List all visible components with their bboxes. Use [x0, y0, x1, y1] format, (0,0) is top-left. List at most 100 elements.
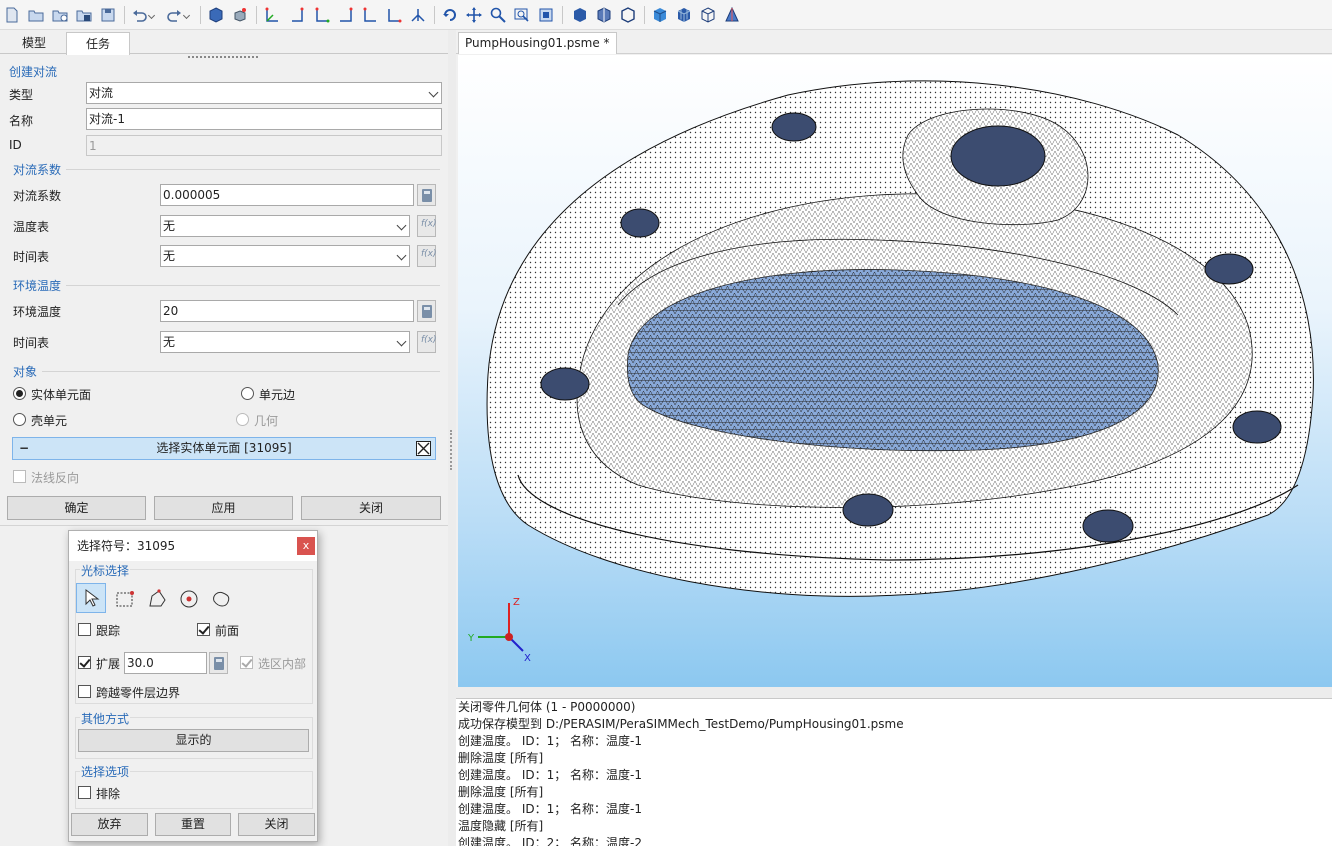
- time-table-select[interactable]: 无: [160, 245, 410, 267]
- track-checkbox[interactable]: [78, 623, 91, 636]
- tab-pumphousing[interactable]: PumpHousing01.psme *: [458, 32, 617, 54]
- radio-element-edge-label: 单元边: [259, 388, 296, 402]
- clear-selection-icon[interactable]: [416, 441, 431, 456]
- view-front-icon[interactable]: [264, 7, 280, 23]
- function-button[interactable]: f(x): [417, 215, 437, 237]
- pan-icon[interactable]: [466, 7, 482, 23]
- mesh-icon[interactable]: [676, 7, 692, 23]
- ambient-input[interactable]: 20: [160, 300, 414, 322]
- exclude-label: 排除: [96, 787, 121, 801]
- shown-button[interactable]: 显示的: [78, 729, 309, 752]
- pointer-tool[interactable]: [76, 583, 106, 613]
- radio-geometry-label: 几何: [254, 414, 279, 428]
- console-line: 删除温度 [所有]: [458, 785, 544, 799]
- apply-button[interactable]: 应用: [154, 496, 293, 520]
- console-line: 删除温度 [所有]: [458, 751, 544, 765]
- time-table-value: 无: [163, 249, 176, 263]
- close-button[interactable]: 关闭: [301, 496, 441, 520]
- zoom-icon[interactable]: [490, 7, 506, 23]
- open-recent-icon[interactable]: [52, 7, 68, 23]
- front-checkbox[interactable]: [197, 623, 210, 636]
- wire-icon[interactable]: [596, 7, 612, 23]
- discard-button[interactable]: 放弃: [71, 813, 148, 836]
- ok-button[interactable]: 确定: [7, 496, 146, 520]
- calculator-button[interactable]: [209, 652, 228, 674]
- perspective-icon[interactable]: [724, 7, 740, 23]
- dialog-title: 选择符号：31095: [69, 531, 317, 561]
- radio-element-edge[interactable]: [241, 387, 254, 400]
- cross-boundary-checkbox[interactable]: [78, 685, 91, 698]
- console-line: 创建温度。 ID：1； 名称：温度-1: [458, 768, 643, 782]
- type-select[interactable]: 对流: [86, 82, 442, 104]
- other-methods-label: 其他方式: [80, 710, 131, 727]
- chevron-down-icon: [396, 336, 407, 347]
- ambient-time-select[interactable]: 无: [160, 331, 410, 353]
- wireframe-icon[interactable]: [700, 7, 716, 23]
- horizontal-splitter[interactable]: [456, 687, 1332, 698]
- id-label: ID: [9, 138, 22, 152]
- coeff-input[interactable]: 0.000005: [160, 184, 414, 206]
- selection-options-label: 选择选项: [80, 763, 131, 780]
- view-back-icon[interactable]: [290, 7, 306, 23]
- collapse-icon[interactable]: −: [19, 438, 29, 459]
- temp-table-select[interactable]: 无: [160, 215, 410, 237]
- name-input[interactable]: 对流-1: [86, 108, 442, 130]
- tab-model[interactable]: 模型: [2, 32, 66, 55]
- flip-normal-checkbox: [13, 470, 26, 483]
- solid-icon[interactable]: [652, 7, 668, 23]
- radio-shell[interactable]: [13, 413, 26, 426]
- freehand-select-icon: [213, 592, 230, 607]
- function-button[interactable]: f(x): [417, 331, 437, 353]
- view-right-icon[interactable]: [338, 7, 354, 23]
- 3d-viewport[interactable]: Z Y X: [458, 55, 1332, 687]
- ambient-time-value: 无: [163, 335, 176, 349]
- fit-icon[interactable]: [538, 7, 554, 23]
- calculator-icon: [422, 189, 432, 202]
- circle-select-tool[interactable]: [173, 583, 203, 613]
- view-left-icon[interactable]: [314, 7, 330, 23]
- rotate-icon[interactable]: [442, 7, 458, 23]
- expand-label: 扩展: [96, 657, 121, 671]
- view-cube-icon[interactable]: [208, 7, 224, 23]
- calculator-button[interactable]: [417, 300, 436, 322]
- undo-icon[interactable]: [132, 7, 148, 23]
- expand-checkbox[interactable]: [78, 656, 91, 669]
- splitter-grip[interactable]: [188, 56, 258, 59]
- shaded-icon[interactable]: [572, 7, 588, 23]
- open-icon[interactable]: [28, 7, 44, 23]
- box-select-tool[interactable]: [109, 583, 139, 613]
- function-button[interactable]: f(x): [417, 245, 437, 267]
- chevron-down-icon[interactable]: [147, 11, 156, 20]
- chevron-down-icon[interactable]: [182, 11, 191, 20]
- reset-button[interactable]: 重置: [155, 813, 231, 836]
- view-axis-icon[interactable]: [410, 7, 426, 23]
- new-icon[interactable]: [4, 7, 20, 23]
- exclude-checkbox[interactable]: [78, 786, 91, 799]
- dialog-close-button[interactable]: 关闭: [238, 813, 315, 836]
- console-line: 成功保存模型到 D:/PERASIM/PeraSIMMech_TestDemo/…: [458, 717, 904, 731]
- zoom-window-icon[interactable]: [514, 7, 530, 23]
- message-console[interactable]: 关闭零件几何体 (1 - P0000000) 成功保存模型到 D:/PERASIM…: [456, 698, 1332, 846]
- view-iso-icon[interactable]: [232, 7, 248, 23]
- view-bottom-icon[interactable]: [386, 7, 402, 23]
- freehand-select-tool[interactable]: [205, 583, 235, 613]
- polygon-select-tool[interactable]: [141, 583, 171, 613]
- radio-solid-face[interactable]: [13, 387, 26, 400]
- vertical-splitter[interactable]: [448, 30, 456, 846]
- close-icon[interactable]: x: [297, 537, 315, 555]
- circle-select-icon: [180, 590, 198, 608]
- expand-input[interactable]: 30.0: [124, 652, 207, 674]
- import-icon[interactable]: [76, 7, 92, 23]
- view-top-icon[interactable]: [362, 7, 378, 23]
- chevron-down-icon: [396, 250, 407, 261]
- section-object: 对象: [13, 365, 38, 379]
- tab-task[interactable]: 任务: [66, 32, 130, 55]
- calculator-button[interactable]: [417, 184, 436, 206]
- save-icon[interactable]: [100, 7, 116, 23]
- console-line: 温度隐藏 [所有]: [458, 819, 544, 833]
- redo-icon[interactable]: [166, 7, 182, 23]
- selection-bar[interactable]: − 选择实体单元面 [31095]: [12, 437, 436, 460]
- outline-icon[interactable]: [620, 7, 636, 23]
- temp-table-label: 温度表: [13, 220, 50, 234]
- console-line: 创建温度。 ID：1； 名称：温度-1: [458, 802, 643, 816]
